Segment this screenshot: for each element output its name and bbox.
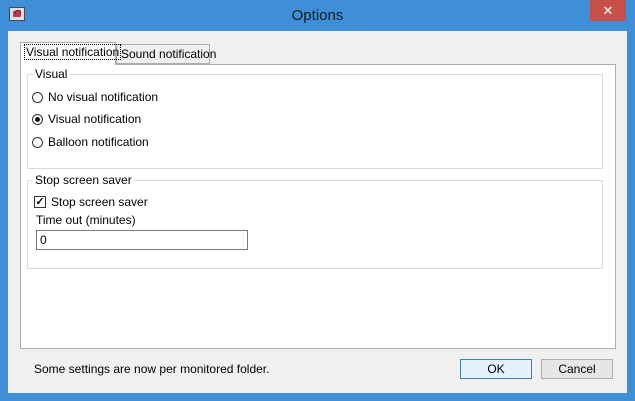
radio-button[interactable] (32, 136, 43, 148)
screensaver-group: Stop screen saver ✓ Stop screen saver Ti… (27, 173, 603, 269)
radio-no-visual[interactable]: No visual notification (32, 90, 158, 104)
screensaver-group-legend: Stop screen saver (33, 173, 134, 187)
title-bar[interactable]: Options ✕ (0, 0, 635, 31)
tab-sound-notification[interactable]: Sound notification (116, 44, 216, 64)
cancel-button[interactable]: Cancel (541, 359, 613, 379)
tab-label: Visual notification (23, 44, 122, 60)
radio-button[interactable] (32, 91, 43, 103)
options-window: Options ✕ Visual notification Sound noti… (0, 0, 635, 401)
visual-group: Visual No visual notification Visual not… (27, 67, 603, 169)
close-button[interactable]: ✕ (590, 0, 626, 21)
timeout-label: Time out (minutes) (36, 213, 136, 227)
radio-label: Balloon notification (48, 135, 149, 149)
ok-button[interactable]: OK (460, 359, 532, 379)
window-title: Options (291, 7, 344, 24)
checkbox-label: Stop screen saver (51, 195, 148, 209)
radio-button[interactable] (32, 113, 43, 125)
footer-note: Some settings are now per monitored fold… (34, 362, 270, 376)
stop-screensaver-checkbox[interactable]: ✓ Stop screen saver (34, 195, 148, 209)
radio-label: No visual notification (48, 90, 159, 104)
visual-group-legend: Visual (33, 67, 70, 81)
checkbox-box[interactable]: ✓ (34, 196, 46, 208)
tab-panel-visual: Visual No visual notification Visual not… (20, 64, 616, 349)
dialog-client-area: Visual notification Sound notification V… (8, 31, 627, 393)
timeout-input[interactable]: 0 (36, 230, 248, 250)
radio-label: Visual notification (48, 112, 142, 126)
radio-balloon[interactable]: Balloon notification (32, 135, 149, 149)
tab-visual-notification[interactable]: Visual notification (20, 42, 122, 65)
tab-label: Sound notification (121, 47, 217, 61)
radio-visual[interactable]: Visual notification (32, 112, 141, 126)
